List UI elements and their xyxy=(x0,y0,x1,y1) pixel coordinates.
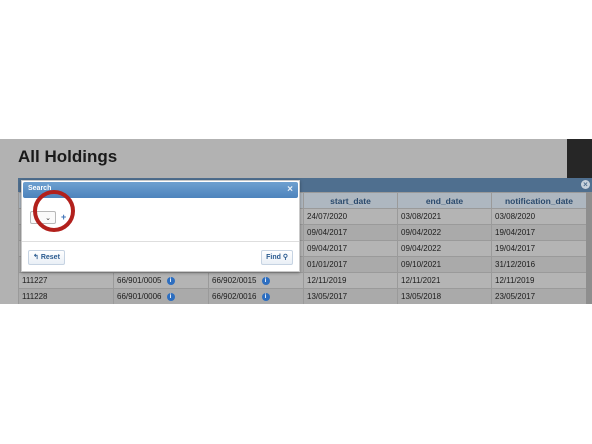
find-button[interactable]: Find ⚲ xyxy=(261,250,293,265)
table-cell: 13/05/2018 xyxy=(397,288,492,304)
table-cell: 03/08/2021 xyxy=(397,208,492,225)
table-cell-text: 66/901/0006 xyxy=(117,292,162,301)
side-panel-edge xyxy=(567,139,592,182)
table-cell-text: 66/902/0016 xyxy=(212,292,257,301)
reset-button-label: Reset xyxy=(40,254,60,261)
table-cell: 09/10/2021 xyxy=(397,256,492,273)
table-cell: 19/04/2017 xyxy=(491,240,587,257)
highlight-circle-annotation xyxy=(33,190,75,232)
table-cell: 09/04/2022 xyxy=(397,224,492,241)
table-cell: 19/04/2017 xyxy=(491,224,587,241)
table-cell: 66/902/0015 i xyxy=(208,272,304,289)
info-icon[interactable]: i xyxy=(166,292,175,301)
info-icon[interactable]: i xyxy=(261,276,270,285)
table-cell: 23/05/2017 xyxy=(491,288,587,304)
table-cell: 12/11/2019 xyxy=(491,272,587,289)
table-cell: 03/08/2020 xyxy=(491,208,587,225)
table-cell: 111227 xyxy=(18,272,114,289)
table-cell: 01/01/2017 xyxy=(303,256,398,273)
table-cell-text: 66/901/0005 xyxy=(117,276,162,285)
close-icon[interactable]: × xyxy=(287,184,293,195)
table-cell: 66/901/0006 i xyxy=(113,288,209,304)
info-icon[interactable]: i xyxy=(166,276,175,285)
find-button-label: Find xyxy=(266,254,281,261)
reset-button[interactable]: ↰ Reset xyxy=(28,250,65,265)
table-row[interactable]: 111227 66/901/0005 i 66/902/0015 i 12/11/2… xyxy=(18,272,587,289)
table-cell: 31/12/2016 xyxy=(491,256,587,273)
table-cell: 66/901/0005 i xyxy=(113,272,209,289)
table-cell: 09/04/2017 xyxy=(303,224,398,241)
info-icon[interactable]: i xyxy=(261,292,270,301)
column-header-notification-date[interactable]: notification_date xyxy=(491,192,587,209)
table-cell: 12/11/2019 xyxy=(303,272,398,289)
search-icon: ⚲ xyxy=(282,254,288,261)
dialog-divider xyxy=(22,241,299,242)
page-title: All Holdings xyxy=(18,147,118,166)
table-row[interactable]: 111228 66/901/0006 i 66/902/0016 i 13/05/2… xyxy=(18,288,587,304)
table-cell-text: 66/902/0015 xyxy=(212,276,257,285)
table-cell: 24/07/2020 xyxy=(303,208,398,225)
table-cell: 13/05/2017 xyxy=(303,288,398,304)
screen: All Holdings × start_date end_date notif… xyxy=(0,0,592,444)
table-cell: 66/902/0016 i xyxy=(208,288,304,304)
table-cell: 09/04/2022 xyxy=(397,240,492,257)
table-cell: 09/04/2017 xyxy=(303,240,398,257)
table-cell: 111228 xyxy=(18,288,114,304)
reset-icon: ↰ xyxy=(33,254,39,261)
column-header-end-date[interactable]: end_date xyxy=(397,192,492,209)
column-header-start-date[interactable]: start_date xyxy=(303,192,398,209)
grid-close-icon[interactable]: × xyxy=(581,180,590,189)
grid-scrollbar[interactable] xyxy=(586,192,592,304)
table-cell: 12/11/2021 xyxy=(397,272,492,289)
